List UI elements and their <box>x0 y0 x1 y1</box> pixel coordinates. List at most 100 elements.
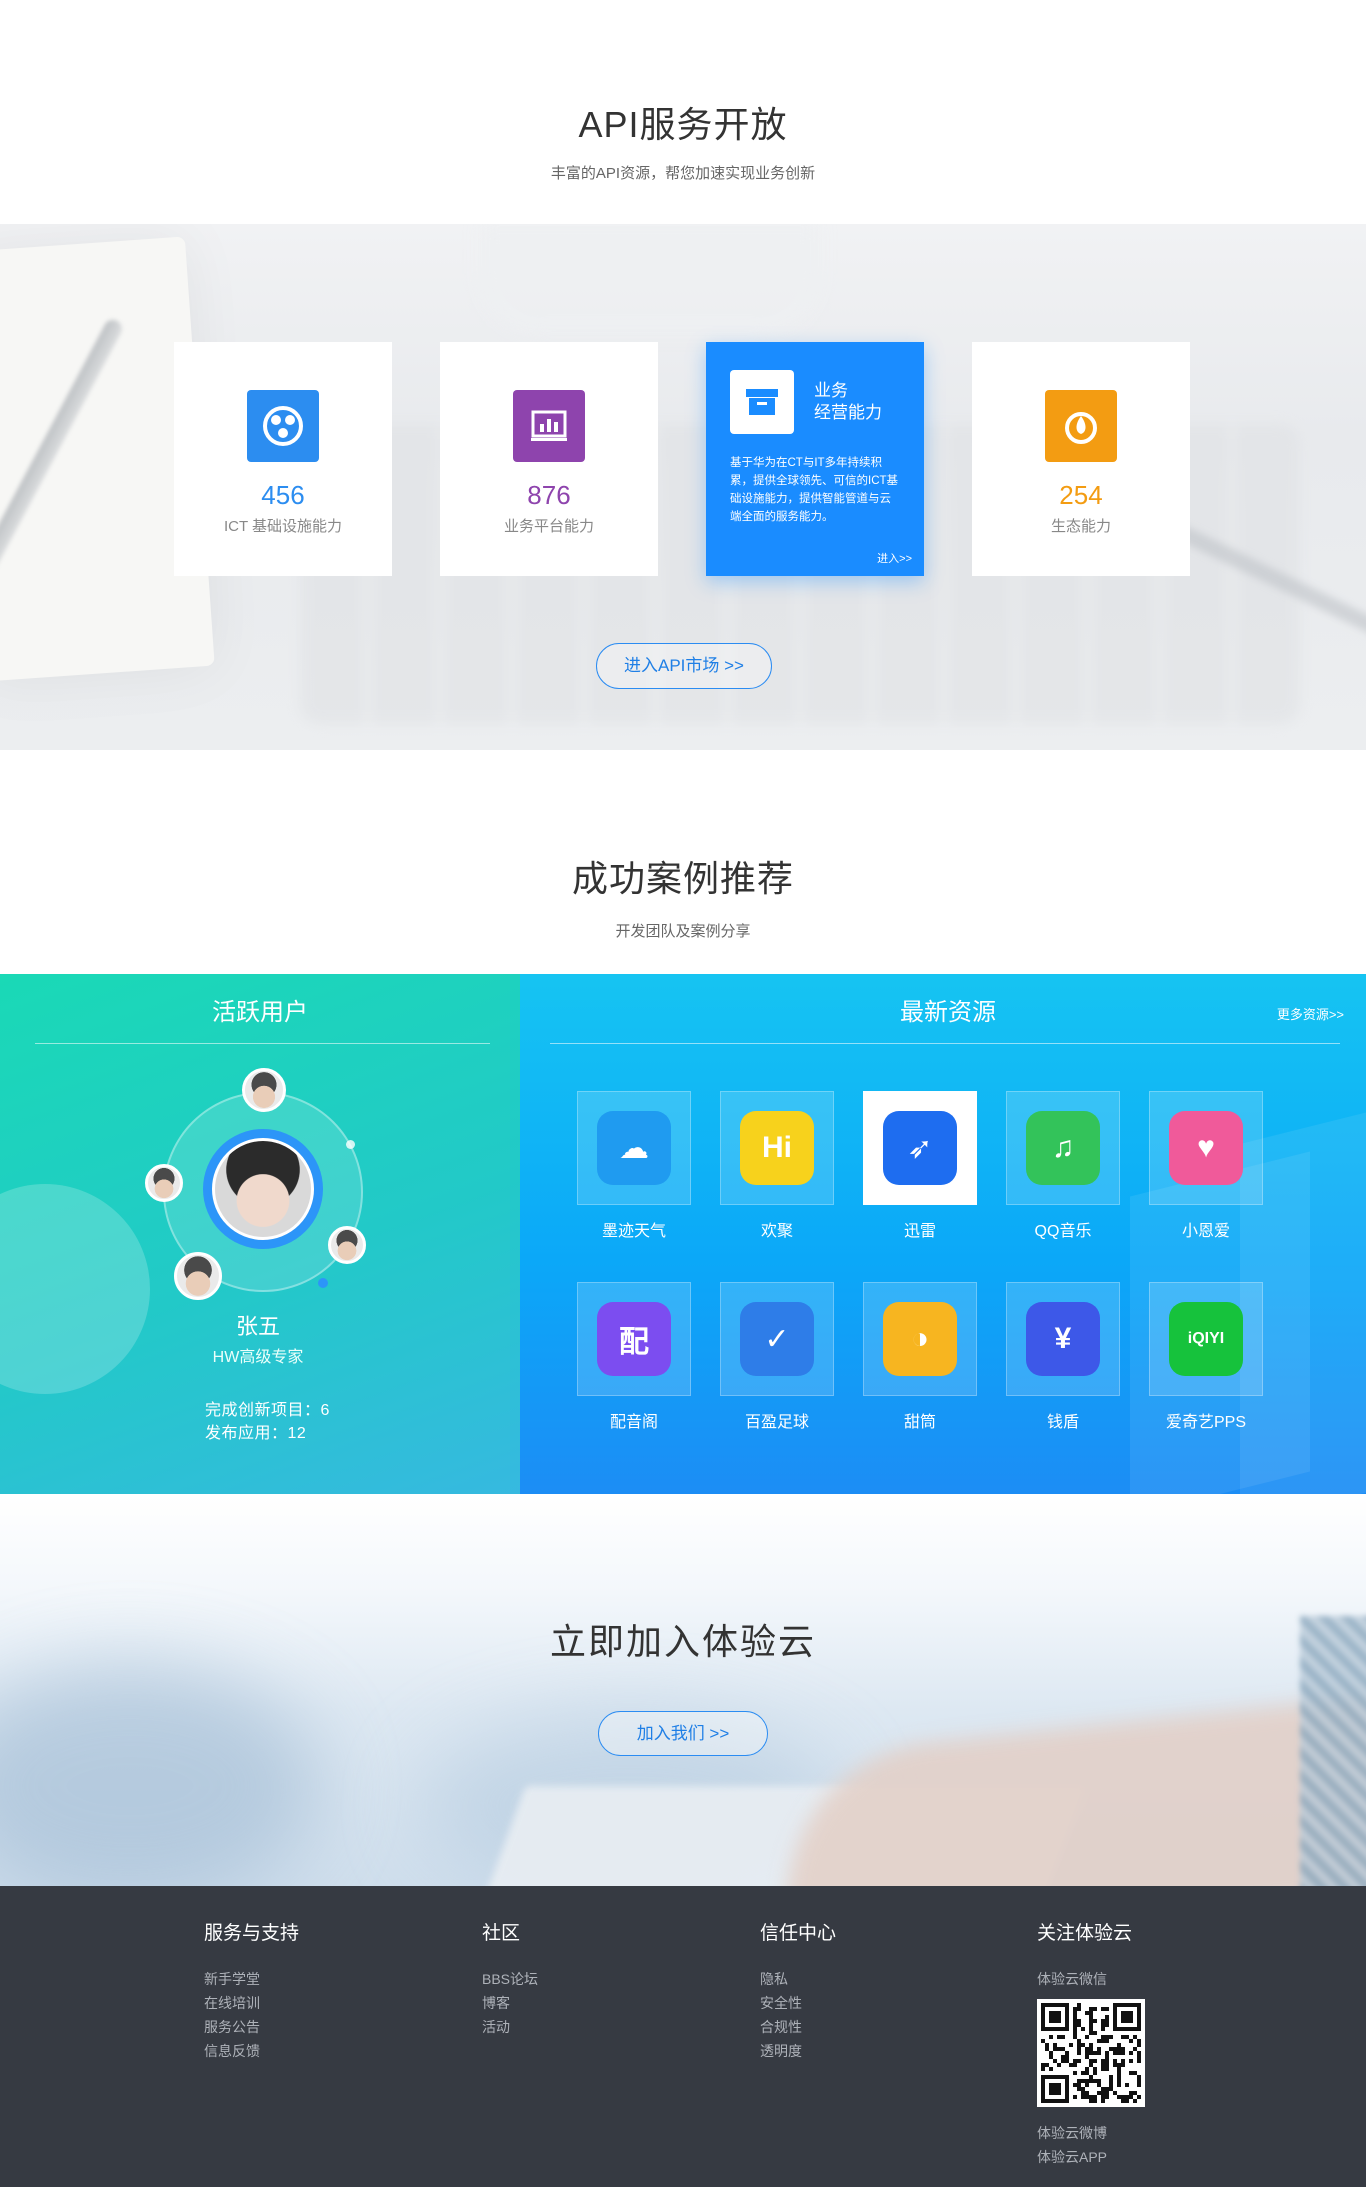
orbit-dot <box>318 1278 328 1288</box>
app-logo-icon: ☁ <box>597 1111 671 1185</box>
app-logo-icon: ◑ <box>883 1302 957 1376</box>
orbit-user-avatar[interactable] <box>174 1252 222 1300</box>
featured-user-role: HW高级专家 <box>212 1349 304 1366</box>
platform-capability-count: 876 <box>527 480 571 510</box>
business-capability-card[interactable]: 业务 经营能力 基于华为在CT与IT多年持续积累，提供全球领先、可信的ICT基础… <box>706 342 924 576</box>
footer-link[interactable]: 博客 <box>482 1991 538 2015</box>
latest-resources-divider <box>550 1043 1340 1044</box>
app-tile[interactable]: 配 <box>577 1282 691 1396</box>
api-section-title: API服务开放 <box>578 104 788 145</box>
footer-column-title: 社区 <box>482 1923 521 1944</box>
background-blur <box>0 1666 320 1886</box>
orbit-user-avatar[interactable] <box>328 1226 366 1264</box>
footer-link[interactable]: 活动 <box>482 2015 538 2039</box>
platform-capability-label: 业务平台能力 <box>503 518 594 535</box>
app-tile[interactable]: ➶ <box>863 1091 977 1205</box>
app-item[interactable]: ➶ 迅雷 <box>863 1091 977 1241</box>
app-item[interactable]: ¥ 钱盾 <box>1006 1282 1120 1432</box>
app-tile[interactable]: Hi <box>720 1091 834 1205</box>
app-tile[interactable]: ¥ <box>1006 1282 1120 1396</box>
footer: 服务与支持 新手学堂 在线培训 服务公告 信息反馈 社区 BBS论坛 博客 活动… <box>0 1886 1366 2187</box>
app-tile[interactable]: ☁ <box>577 1091 691 1205</box>
app-tile[interactable]: ♫ <box>1006 1091 1120 1205</box>
app-name: 甜筒 <box>903 1414 936 1431</box>
active-users-panel: 活跃用户 张五 HW高级专家 完成创新项目：6 发布应用：12 <box>0 974 520 1494</box>
footer-link[interactable]: 隐私 <box>760 1967 836 1991</box>
featured-user-apps: 发布应用：12 <box>205 1425 307 1442</box>
footer-column-support: 服务与支持 新手学堂 在线培训 服务公告 信息反馈 <box>204 1918 299 2063</box>
app-logo-icon: Hi <box>740 1111 814 1185</box>
box-icon <box>730 370 794 434</box>
api-market-button[interactable]: 进入API市场 >> <box>596 643 772 689</box>
app-name: 百盈足球 <box>744 1414 809 1431</box>
app-logo-icon: ✓ <box>740 1302 814 1376</box>
cases-band: 活跃用户 张五 HW高级专家 完成创新项目：6 发布应用：12 最新资源 更多资… <box>0 974 1366 1494</box>
footer-column-follow: 关注体验云 体验云微信 体验云微博 体验云APP <box>1037 1918 1145 2169</box>
app-tile[interactable]: iQIYI <box>1149 1282 1263 1396</box>
latest-resources-panel: 最新资源 更多资源>> ☁ 墨迹天气 Hi 欢聚 ➶ 迅雷 ♫ QQ音乐 ♥ 小恩爱配配音阁 ✓ 百盈… <box>520 974 1366 1494</box>
app-name: 欢聚 <box>760 1223 793 1240</box>
footer-column-title: 服务与支持 <box>204 1923 300 1944</box>
footer-link[interactable]: 透明度 <box>760 2039 836 2063</box>
app-logo-icon: ¥ <box>1026 1302 1100 1376</box>
app-item[interactable]: ♫ QQ音乐 <box>1006 1091 1120 1241</box>
business-capability-title-line2: 经营能力 <box>814 403 882 422</box>
app-tile[interactable]: ◑ <box>863 1282 977 1396</box>
chart-board-icon <box>513 390 585 462</box>
app-logo-icon: ♫ <box>1026 1111 1100 1185</box>
business-capability-title-line1: 业务 <box>814 381 848 400</box>
app-item[interactable]: ◑ 甜筒 <box>863 1282 977 1432</box>
latest-resources-title: 最新资源 <box>900 999 996 1026</box>
app-item[interactable]: iQIYI 爱奇艺PPS <box>1149 1282 1263 1432</box>
app-item[interactable]: Hi 欢聚 <box>720 1091 834 1241</box>
business-capability-description: 基于华为在CT与IT多年持续积累，提供全球领先、可信的ICT基础设施能力，提供智… <box>730 457 899 523</box>
app-logo-icon: 配 <box>597 1302 671 1376</box>
ict-capability-card[interactable]: 456 ICT 基础设施能力 <box>174 342 392 576</box>
eco-capability-card[interactable]: 254 生态能力 <box>972 342 1190 576</box>
footer-column-title: 信任中心 <box>760 1923 837 1944</box>
footer-column-community: 社区 BBS论坛 博客 活动 <box>482 1918 538 2039</box>
footer-column-title: 关注体验云 <box>1037 1923 1133 1944</box>
app-logo-icon: ➶ <box>883 1111 957 1185</box>
join-us-button[interactable]: 加入我们 >> <box>598 1711 768 1756</box>
footer-link[interactable]: 在线培训 <box>204 1991 299 2015</box>
eco-drop-icon <box>1045 390 1117 462</box>
app-name: 迅雷 <box>903 1223 936 1240</box>
footer-link[interactable]: 安全性 <box>760 1991 836 2015</box>
cases-section-title: 成功案例推荐 <box>571 858 794 899</box>
eco-capability-count: 254 <box>1059 480 1103 510</box>
cases-section-subtitle: 开发团队及案例分享 <box>615 923 751 940</box>
footer-link[interactable]: BBS论坛 <box>482 1967 538 1991</box>
footer-link[interactable]: 信息反馈 <box>204 2039 299 2063</box>
app-tile[interactable]: ✓ <box>720 1282 834 1396</box>
api-section-header: API服务开放 丰富的API资源，帮您加速实现业务创新 <box>0 96 1366 183</box>
weibo-link[interactable]: 体验云微博 <box>1037 2121 1145 2145</box>
featured-user-name: 张五 <box>235 1314 280 1339</box>
wechat-link[interactable]: 体验云微信 <box>1037 1967 1145 1991</box>
ict-capability-label: ICT 基础设施能力 <box>223 518 343 535</box>
app-name: 爱奇艺PPS <box>1165 1414 1247 1431</box>
join-title: 立即加入体验云 <box>549 1621 816 1662</box>
orbit-dot <box>346 1140 355 1149</box>
more-resources-link[interactable]: 更多资源>> <box>1277 1004 1344 1023</box>
footer-link[interactable]: 新手学堂 <box>204 1967 299 1991</box>
app-item[interactable]: ✓ 百盈足球 <box>720 1282 834 1432</box>
business-capability-enter-link[interactable]: 进入>> <box>877 550 912 566</box>
active-users-title: 活跃用户 <box>212 999 308 1026</box>
featured-user-avatar[interactable] <box>203 1129 323 1249</box>
orbit-user-avatar[interactable] <box>145 1164 183 1202</box>
platform-capability-card[interactable]: 876 业务平台能力 <box>440 342 658 576</box>
app-name: 配音阁 <box>609 1414 658 1431</box>
app-item[interactable]: 配配音阁 <box>577 1282 691 1432</box>
background-mouse <box>480 224 820 334</box>
app-item[interactable]: ♥ 小恩爱 <box>1149 1091 1263 1241</box>
footer-link[interactable]: 合规性 <box>760 2015 836 2039</box>
app-tile[interactable]: ♥ <box>1149 1091 1263 1205</box>
app-name: 墨迹天气 <box>601 1223 666 1240</box>
app-name: 钱盾 <box>1046 1414 1079 1431</box>
footer-link[interactable]: 服务公告 <box>204 2015 299 2039</box>
app-item[interactable]: ☁ 墨迹天气 <box>577 1091 691 1241</box>
app-link[interactable]: 体验云APP <box>1037 2145 1145 2169</box>
orbit-user-avatar[interactable] <box>242 1068 286 1112</box>
app-logo-icon: ♥ <box>1169 1111 1243 1185</box>
